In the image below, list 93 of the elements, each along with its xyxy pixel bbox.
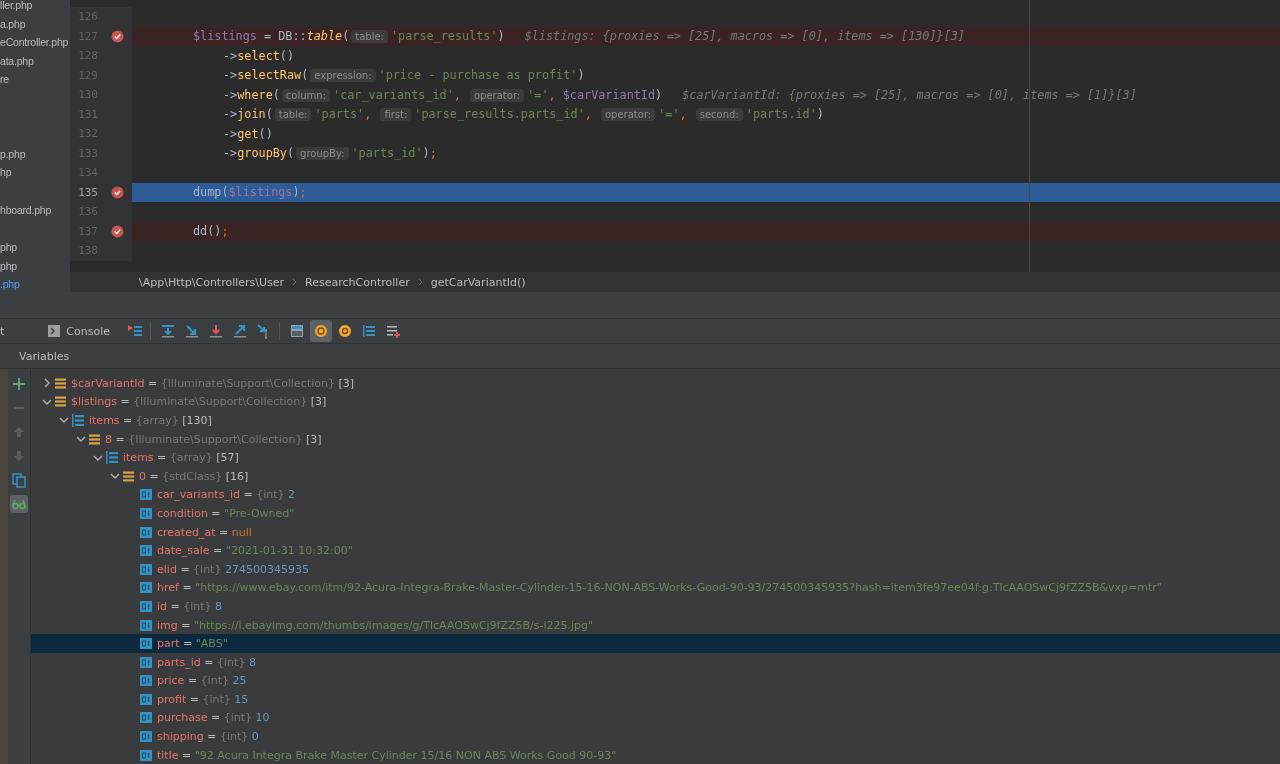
variable-row[interactable]: profit = {int} 15 — [31, 690, 1280, 709]
field-icon — [140, 731, 152, 743]
variable-row[interactable]: created_at = null — [31, 522, 1280, 542]
field-icon — [140, 489, 152, 501]
variable-row[interactable]: href = "https://www.ebay.com/itm/92-Acura-Integra-Brake-Master-Cylinder-15-16-NON-ABS-Works-Good-90-93/274500345935?hash=item3fe97ee04f:g:TlcAAOSwCj9fZZ5B&vxp=mtr" — [31, 578, 1280, 598]
field-icon — [140, 507, 152, 519]
coin-icon — [337, 323, 353, 339]
variable-row[interactable]: items = {array} [57] — [31, 448, 1280, 467]
inline-value: $carVariantId: {proxies => [25], macros => [0], items => [1]}[3] — [682, 87, 1137, 102]
coin-icon — [313, 323, 329, 339]
breakpoint-icon[interactable] — [111, 185, 124, 199]
execution-point-icon — [127, 323, 143, 339]
toggle-button[interactable] — [310, 320, 332, 342]
variable-row[interactable]: shipping = {int} 0 — [31, 727, 1280, 746]
file-item[interactable]: php — [0, 256, 70, 275]
chevron-icon — [417, 278, 423, 286]
variable-row[interactable]: $listings = {Illuminate\Support\Collection} [3] — [31, 392, 1280, 412]
breakpoint-icon[interactable] — [111, 224, 124, 238]
file-item[interactable]: eController.php — [0, 33, 70, 52]
field-icon — [140, 749, 152, 761]
code-line: $listings = DB::table( table: 'parse_results') — [193, 29, 505, 44]
file-item[interactable]: ller.php — [0, 0, 70, 15]
file-item[interactable]: ata.php — [0, 51, 70, 70]
variable-row[interactable]: 0 = {stdClass} [16] — [31, 466, 1280, 486]
file-item[interactable]: php — [0, 238, 70, 257]
code-line: ->selectRaw( expression: 'price - purchase as profit') — [223, 68, 585, 83]
code-line: ->where( column: 'car_variants_id', operator: '=', $carVariantId) — [223, 87, 663, 102]
object-icon — [123, 470, 134, 482]
variable-row[interactable]: price = {int} 25 — [31, 671, 1280, 691]
field-icon — [140, 526, 152, 538]
list-icon — [361, 323, 377, 339]
code-line: ->join( table: 'parts', first: 'parse_results.parts_id', operator: '=', second: 'parts.id') — [223, 107, 824, 122]
variable-row[interactable]: $carVariantId = {Illuminate\Support\Collection} [3] — [31, 374, 1280, 393]
variable-row[interactable]: condition = "Pre-Owned" — [31, 504, 1280, 523]
file-item[interactable]: hp — [0, 163, 70, 182]
variable-row[interactable]: car_variants_id = {int} 2 — [31, 485, 1280, 505]
panel-title: Variables — [19, 349, 70, 363]
add-button[interactable] — [10, 375, 28, 393]
field-icon — [140, 638, 152, 650]
code-line: ->select() — [223, 48, 295, 63]
tab-label[interactable]: t — [0, 324, 5, 338]
breadcrumb[interactable]: \App\Http\Controllers\User — [139, 275, 285, 289]
code-line: dump($listings); — [193, 185, 307, 200]
inline-value: $listings: {proxies => [25], macros => [0], items => [130]}[3] — [524, 29, 965, 44]
chevron-icon — [292, 278, 298, 286]
code-line: dd(); — [193, 224, 229, 239]
step-into-icon — [184, 323, 200, 339]
glasses-button[interactable] — [10, 495, 28, 513]
variable-row[interactable]: elid = {int} 274500345935 — [31, 559, 1280, 579]
file-item[interactable]: re — [0, 70, 70, 89]
variable-row[interactable]: img = "https://i.ebayimg.com/thumbs/images/g/TlcAAOSwCj9fZZ5B/s-l225.jpg" — [31, 615, 1280, 635]
file-item[interactable]: a.php — [0, 14, 70, 33]
plus-icon — [11, 376, 27, 392]
breadcrumb[interactable]: getCarVariantId() — [430, 275, 526, 289]
copy-icon — [11, 472, 27, 488]
calculator-icon — [289, 323, 305, 339]
file-item[interactable]: .php — [0, 275, 70, 292]
code-line: ->groupBy( groupBy: 'parts_id'); — [223, 146, 437, 161]
list-add-icon — [385, 323, 401, 339]
file-item[interactable]: p.php — [0, 144, 70, 163]
field-icon — [140, 693, 152, 705]
variable-row[interactable]: id = {int} 8 — [31, 597, 1280, 616]
variable-row[interactable]: title = "92 Acura Integra Brake Master Cylinder 15/16 NON ABS Works Good 90-93" — [31, 745, 1280, 764]
field-icon — [140, 563, 152, 575]
array-icon — [106, 451, 118, 465]
variable-row[interactable]: purchase = {int} 10 — [31, 708, 1280, 728]
field-icon — [140, 600, 152, 612]
file-item[interactable]: hboard.php — [0, 200, 70, 219]
array-icon — [72, 414, 84, 427]
object-icon — [55, 377, 66, 389]
step-out-icon — [232, 323, 248, 339]
console-icon — [48, 325, 61, 337]
code-line: ->get() — [223, 126, 273, 141]
variable-row[interactable]: parts_id = {int} 8 — [31, 652, 1280, 672]
field-icon — [140, 656, 152, 668]
variable-row[interactable]: 8 = {Illuminate\Support\Collection} [3] — [31, 429, 1280, 449]
field-icon — [140, 712, 152, 724]
variable-row[interactable]: items = {array} [130] — [31, 411, 1280, 430]
field-icon — [140, 619, 152, 631]
variable-row[interactable]: date_sale = "2021-01-31 10:32:00" — [31, 541, 1280, 560]
step-over-icon — [160, 323, 176, 339]
object-icon — [55, 396, 66, 408]
field-icon — [140, 675, 152, 687]
variable-row[interactable]: part = "ABS" — [31, 634, 1280, 653]
console-tab[interactable]: Console — [48, 324, 110, 338]
breakpoint-icon[interactable] — [111, 29, 124, 43]
step-into-icon — [208, 323, 224, 339]
object-icon — [89, 433, 100, 445]
copy-button[interactable] — [10, 471, 28, 489]
line-number: 135 — [77, 185, 98, 199]
breadcrumb[interactable]: ResearchController — [305, 275, 410, 289]
field-icon — [140, 545, 152, 557]
field-icon — [140, 582, 152, 594]
